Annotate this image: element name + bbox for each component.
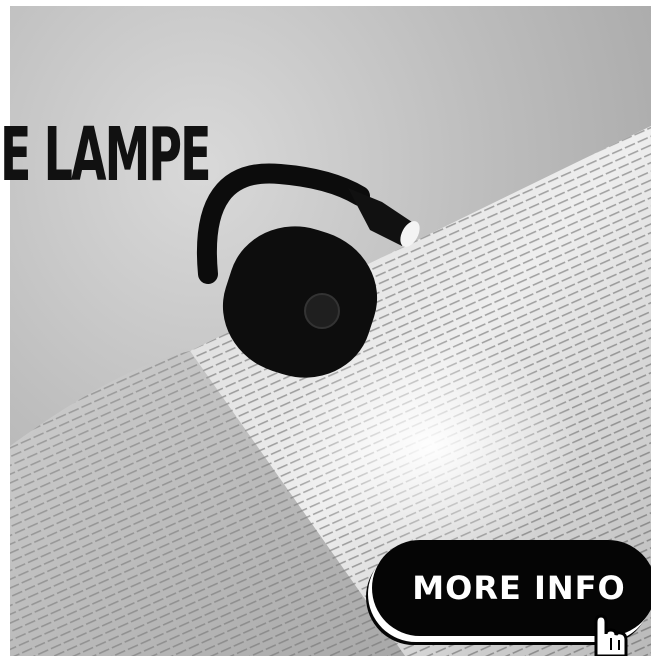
headline: E LAMPE [0, 112, 212, 198]
more-info-label: MORE INFO [412, 569, 626, 607]
hand-pointer-icon [594, 614, 628, 656]
